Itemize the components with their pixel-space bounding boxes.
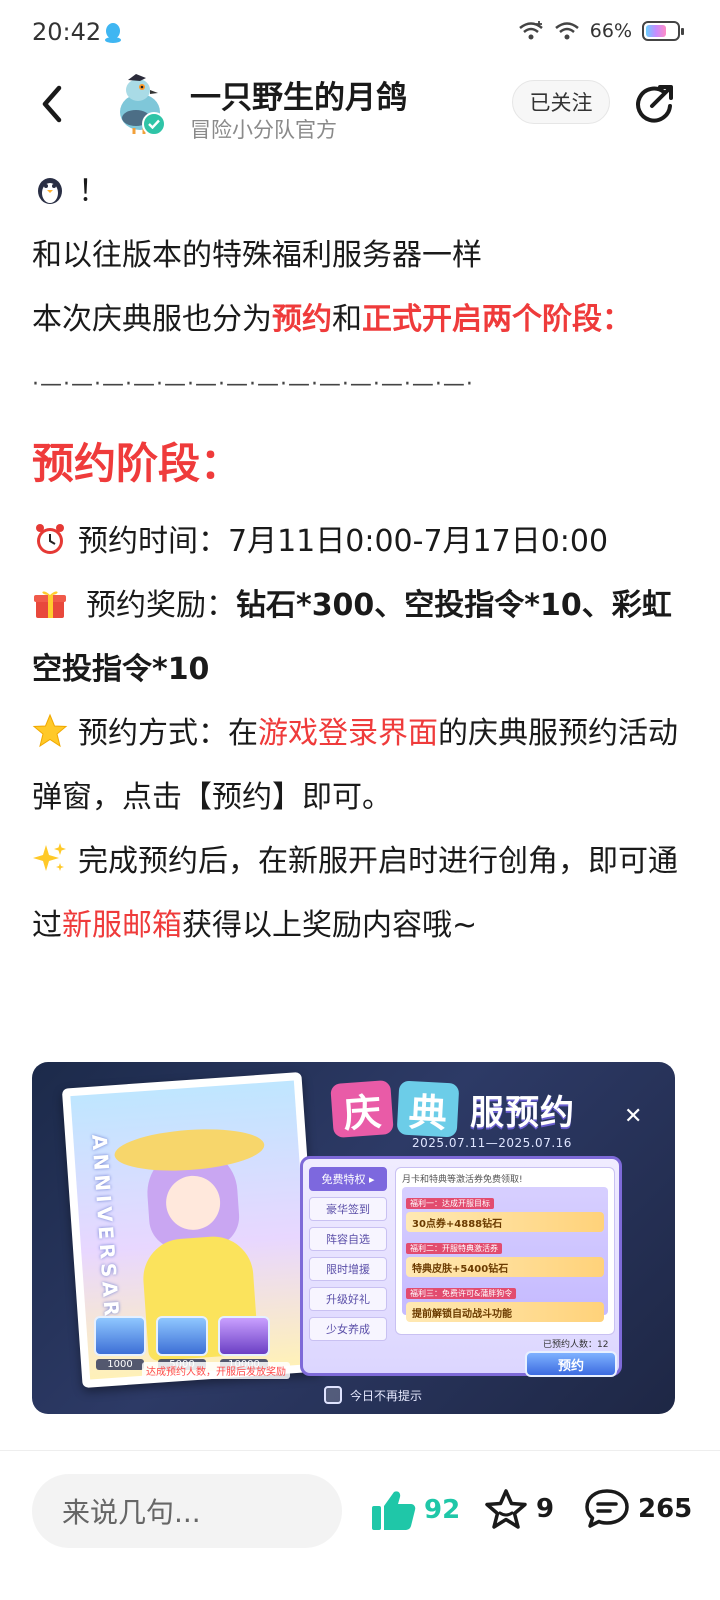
no-remind-label: 今日不再提示 [350, 1388, 423, 1403]
reserve-reward-line: 预约奖励：钻石*300、空投指令*10、彩虹空投指令*10 [32, 574, 682, 702]
text-segment: 和 [332, 302, 362, 337]
favorite-count: 9 [536, 1494, 555, 1524]
banner-date-range: 2025.07.11—2025.07.16 [412, 1136, 572, 1150]
verified-icon [142, 112, 166, 136]
status-icons: 66% [518, 20, 684, 42]
text-segment: 获得以上奖励内容哦~ [182, 908, 478, 943]
checkbox-icon [324, 1386, 342, 1404]
wifi-icon [554, 22, 579, 40]
rewards-list: 福利一：达成开服目标 30点券+4888钻石 福利二：开服特典激活券 特典皮肤+… [402, 1187, 608, 1322]
reward-item: 福利三：免费许可&蒲胖狗令 提前解锁自动战斗功能 [406, 1281, 604, 1322]
alarm-clock-icon [36, 524, 64, 554]
post-header: 一只野生的月鸽 冒险小分队官方 已关注 [0, 66, 720, 156]
author-name[interactable]: 一只野生的月鸽 [190, 72, 407, 117]
reward-tag: 福利二：开服特典激活券 [406, 1243, 502, 1254]
gift-icon [34, 591, 66, 618]
back-button[interactable] [30, 82, 74, 126]
share-icon[interactable] [632, 82, 676, 126]
chest-icon: 10000 [218, 1316, 270, 1370]
character-hat [113, 1124, 266, 1176]
menu-item: 阵容自选 [309, 1227, 387, 1251]
milestone-note: 达成预约人数，开服后发放奖励 [142, 1362, 290, 1379]
after-reserve-line: 完成预约后，在新服开启时进行创角，即可通过新服邮箱获得以上奖励内容哦~ [32, 830, 682, 958]
favorite-button[interactable]: 9 [484, 1488, 554, 1530]
bottom-divider [0, 1450, 720, 1451]
reward-text: 30点券+4888钻石 [406, 1212, 604, 1232]
post-body: ！ 和以往版本的特殊福利服务器一样 本次庆典服也分为预约和正式开启两个阶段： ·… [32, 160, 682, 958]
status-bar: 20:42 66% [0, 0, 720, 66]
like-button[interactable]: 92 [370, 1488, 460, 1532]
chest-label: 1000 [96, 1359, 144, 1370]
wifi-plus-icon [518, 21, 543, 40]
comment-bubble-icon [585, 1489, 629, 1528]
comments-button[interactable]: 265 [584, 1488, 692, 1530]
no-remind-option: 今日不再提示 [324, 1386, 422, 1404]
reward-tag: 福利三：免费许可&蒲胖狗令 [406, 1288, 517, 1299]
section-title: 预约阶段： [32, 439, 243, 488]
close-icon: ✕ [624, 1104, 643, 1129]
highlight-new-mailbox: 新服邮箱 [62, 908, 182, 943]
reward-item: 福利一：达成开服目标 30点券+4888钻石 [406, 1191, 604, 1232]
status-time: 20:42 [32, 18, 102, 46]
highlight-reserve: 预约 [272, 302, 332, 337]
penguin-icon [38, 178, 62, 204]
post-exclaim: ！ [78, 174, 108, 209]
reward-text: 提前解锁自动战斗功能 [406, 1302, 604, 1322]
star-outline-icon [485, 1489, 527, 1529]
dotted-divider: ·—·—·—·—·—·—·—·—·—·—·—·—·—·—· [32, 371, 474, 397]
star-icon [32, 713, 68, 748]
title-char: 典 [396, 1080, 460, 1138]
reserve-reward-label: 预约奖励： [86, 588, 236, 623]
post-image-reservation-banner[interactable]: ANNIVERSARY 1000 5000 10000 达成预约人数，开服后发放… [32, 1062, 675, 1414]
post-line-2: 本次庆典服也分为预约和正式开启两个阶段： [32, 288, 682, 352]
title-rest: 服预约 [470, 1092, 575, 1133]
post-line-emoji: ！ [32, 160, 682, 224]
comment-input[interactable]: 来说几句... [32, 1474, 342, 1548]
reserve-time-text: 预约时间：7月11日0:00-7月17日0:00 [78, 524, 609, 559]
reserve-button-in-image: 预约 [525, 1351, 617, 1377]
battery-percent: 66% [589, 20, 632, 42]
menu-item: 升级好礼 [309, 1287, 387, 1311]
reserve-time-line: 预约时间：7月11日0:00-7月17日0:00 [32, 510, 682, 574]
menu-item: 限时增援 [309, 1257, 387, 1281]
battery-icon [642, 21, 684, 41]
chest-icon: 1000 [94, 1316, 146, 1370]
text-segment: 本次庆典服也分为 [32, 302, 272, 337]
reserve-count: 已预约人数：12 [543, 1340, 609, 1350]
milestone-chests: 1000 5000 10000 [94, 1316, 270, 1370]
reserve-method-line: 预约方式：在游戏登录界面的庆典服预约活动弹窗，点击【预约】即可。 [32, 702, 682, 830]
reservation-panel: 免费特权 ▸ 豪华签到 阵容自选 限时增援 升级好礼 少女养成 月卡和特典等激活… [300, 1156, 622, 1377]
highlight-two-stages: 正式开启两个阶段： [362, 302, 632, 337]
highlight-login-screen: 游戏登录界面 [258, 716, 438, 751]
reward-tag: 福利一：达成开服目标 [406, 1198, 494, 1209]
menu-item: 豪华签到 [309, 1197, 387, 1221]
panel-menu: 免费特权 ▸ 豪华签到 阵容自选 限时增援 升级好礼 少女养成 [309, 1167, 387, 1347]
post-line-1: 和以往版本的特殊福利服务器一样 [32, 238, 482, 273]
qq-icon [105, 23, 121, 43]
banner-title: 庆 典 服预约 [330, 1079, 575, 1139]
follow-button[interactable]: 已关注 [512, 80, 610, 124]
comment-count: 265 [638, 1494, 693, 1524]
menu-item: 少女养成 [309, 1317, 387, 1341]
battery-fill [646, 25, 666, 37]
card-side-text: ANNIVERSARY [87, 1133, 126, 1339]
rewards-box: 月卡和特典等激活券免费领取! 福利一：达成开服目标 30点券+4888钻石 福利… [395, 1167, 615, 1335]
sparkles-icon [33, 843, 66, 871]
chest-icon: 5000 [156, 1316, 208, 1370]
back-icon [42, 85, 62, 123]
like-count: 92 [424, 1495, 461, 1525]
rewards-header: 月卡和特典等激活券免费领取! [402, 1175, 523, 1185]
reward-text: 特典皮肤+5400钻石 [406, 1257, 604, 1277]
text-segment: 预约方式：在 [78, 716, 258, 751]
author-subtitle: 冒险小分队官方 [190, 118, 337, 142]
thumbs-up-icon [372, 1491, 416, 1530]
menu-item: 免费特权 ▸ [309, 1167, 387, 1191]
title-char: 庆 [330, 1079, 394, 1139]
reward-item: 福利二：开服特典激活券 特典皮肤+5400钻石 [406, 1236, 604, 1277]
